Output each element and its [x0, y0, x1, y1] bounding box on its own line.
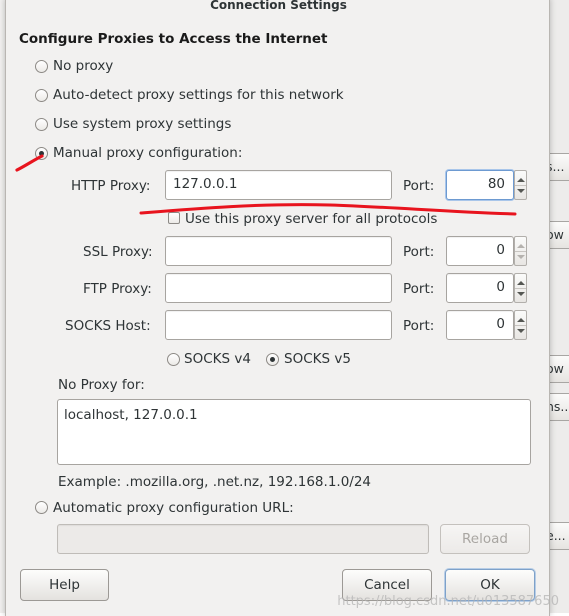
- auto-config-url-label[interactable]: Automatic proxy configuration URL:: [53, 500, 294, 516]
- manual-proxy-radio[interactable]: [35, 147, 48, 160]
- ftp-proxy-label: FTP Proxy:: [83, 281, 152, 297]
- connection-settings-dialog: Connection Settings Configure Proxies to…: [5, 0, 550, 616]
- auto-detect-radio[interactable]: [35, 89, 48, 102]
- socks-host-label: SOCKS Host:: [65, 318, 151, 334]
- ftp-port-label: Port:: [403, 281, 435, 297]
- stepper-down-icon[interactable]: [517, 292, 525, 296]
- stepper-down-icon[interactable]: [517, 189, 525, 193]
- socks-port-input[interactable]: 0: [446, 310, 514, 340]
- manual-proxy-label[interactable]: Manual proxy configuration:: [53, 145, 242, 161]
- http-proxy-input[interactable]: 127.0.0.1: [165, 170, 392, 200]
- reload-button[interactable]: Reload: [440, 524, 530, 554]
- ssl-port-stepper[interactable]: [514, 236, 527, 266]
- no-proxy-for-textarea[interactable]: localhost, 127.0.0.1: [57, 399, 531, 465]
- stepper-divider: [515, 251, 526, 252]
- ftp-port-input[interactable]: 0: [446, 273, 514, 303]
- http-port-label: Port:: [403, 178, 435, 194]
- socks-v5-label[interactable]: SOCKS v5: [284, 351, 351, 367]
- system-proxy-label[interactable]: Use system proxy settings: [53, 116, 231, 132]
- stepper-divider: [515, 325, 526, 326]
- ssl-port-input[interactable]: 0: [446, 236, 514, 266]
- stepper-up-icon[interactable]: [517, 318, 525, 322]
- socks-port-stepper[interactable]: [514, 310, 527, 340]
- stepper-down-icon[interactable]: [517, 329, 525, 333]
- help-button[interactable]: Help: [20, 569, 109, 601]
- no-proxy-radio[interactable]: [35, 60, 48, 73]
- ssl-port-label: Port:: [403, 244, 435, 260]
- no-proxy-for-label: No Proxy for:: [58, 377, 145, 393]
- no-proxy-label[interactable]: No proxy: [53, 58, 113, 74]
- socks-v4-label[interactable]: SOCKS v4: [184, 351, 251, 367]
- stepper-divider: [515, 288, 526, 289]
- section-title: Configure Proxies to Access the Internet: [19, 31, 328, 47]
- auto-config-url-input[interactable]: [57, 524, 429, 554]
- auto-config-url-radio[interactable]: [35, 501, 48, 514]
- stepper-down-icon[interactable]: [517, 255, 525, 259]
- socks-v5-radio[interactable]: [266, 353, 279, 366]
- use-for-all-label[interactable]: Use this proxy server for all protocols: [185, 211, 437, 227]
- http-port-input[interactable]: 80: [446, 170, 514, 200]
- http-port-stepper[interactable]: [514, 170, 527, 200]
- ssl-proxy-input[interactable]: [165, 236, 392, 266]
- use-for-all-checkbox[interactable]: [168, 212, 180, 224]
- dialog-title: Connection Settings: [210, 0, 347, 12]
- watermark: https://blog.csdn.net/u013587650: [337, 594, 559, 609]
- no-proxy-example: Example: .mozilla.org, .net.nz, 192.168.…: [58, 474, 372, 490]
- stepper-up-icon[interactable]: [517, 178, 525, 182]
- ftp-proxy-input[interactable]: [165, 273, 392, 303]
- auto-detect-label[interactable]: Auto-detect proxy settings for this netw…: [53, 87, 344, 103]
- system-proxy-radio[interactable]: [35, 118, 48, 131]
- socks-port-label: Port:: [403, 318, 435, 334]
- socks-host-input[interactable]: [165, 310, 392, 340]
- http-proxy-label: HTTP Proxy:: [71, 178, 151, 194]
- stepper-up-icon[interactable]: [517, 244, 525, 248]
- stepper-divider: [515, 185, 526, 186]
- stepper-up-icon[interactable]: [517, 281, 525, 285]
- ftp-port-stepper[interactable]: [514, 273, 527, 303]
- ssl-proxy-label: SSL Proxy:: [83, 244, 153, 260]
- socks-v4-radio[interactable]: [167, 353, 180, 366]
